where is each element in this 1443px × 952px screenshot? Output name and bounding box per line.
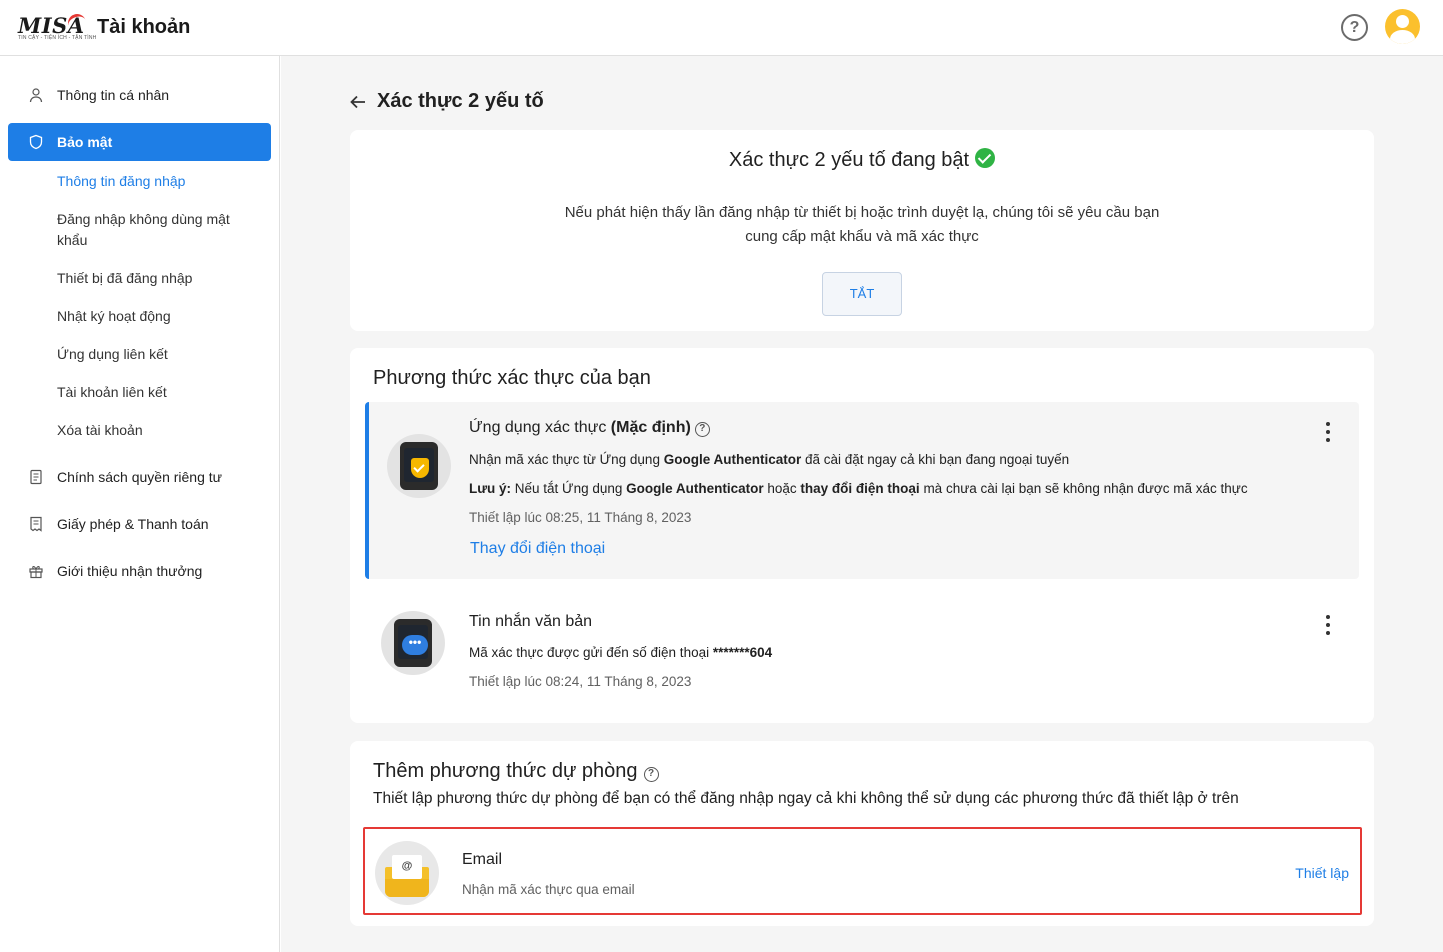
note-label: Lưu ý: — [469, 481, 512, 496]
sidebar: Thông tin cá nhân Bảo mật Thông tin đăng… — [0, 56, 280, 952]
sidebar-subitem-connected-apps[interactable]: Ứng dụng liên kết — [57, 344, 257, 365]
more-options-icon[interactable] — [1325, 422, 1331, 444]
sidebar-item-security[interactable]: Bảo mật — [8, 123, 271, 161]
sms-desc-text: Mã xác thực được gửi đến số điện thoại — [469, 645, 713, 660]
sidebar-item-label: Chính sách quyền riêng tư — [57, 469, 223, 485]
sidebar-subitem-login-info[interactable]: Thông tin đăng nhập — [57, 171, 257, 192]
user-avatar-icon[interactable] — [1385, 9, 1420, 44]
sidebar-subitem-delete-account[interactable]: Xóa tài khoản — [57, 420, 257, 441]
chat-bubble-icon: ••• — [402, 635, 428, 655]
email-setup-link[interactable]: Thiết lập — [1295, 865, 1349, 881]
phone-icon: ••• — [394, 619, 432, 667]
note-text: hoặc — [763, 481, 801, 496]
phone-icon — [400, 442, 438, 490]
status-title: Xác thực 2 yếu tố đang bật — [350, 148, 1374, 172]
authenticator-description: Nhận mã xác thực từ Ứng dụng Google Auth… — [469, 452, 1069, 467]
phone-screen — [404, 448, 434, 482]
email-description: Nhận mã xác thực qua email — [462, 882, 635, 897]
at-sign-icon: @ — [392, 855, 422, 879]
page-title: Xác thực 2 yếu tố — [377, 90, 544, 112]
sidebar-subitem-logged-in-devices[interactable]: Thiết bị đã đăng nhập — [57, 268, 257, 289]
backup-section-title: Thêm phương thức dự phòng? — [373, 760, 659, 783]
backup-methods-card: Thêm phương thức dự phòng? Thiết lập phư… — [350, 741, 1374, 926]
status-title-text: Xác thực 2 yếu tố đang bật — [728, 149, 970, 171]
sidebar-item-label: Giấy phép & Thanh toán — [57, 516, 209, 532]
note-bold: thay đổi điện thoại — [800, 481, 920, 496]
sidebar-subitem-linked-accounts[interactable]: Tài khoản liên kết — [57, 382, 257, 403]
sidebar-subitem-passwordless-login[interactable]: Đăng nhập không dùng mật khẩu — [57, 209, 257, 251]
sms-title: Tin nhắn văn bản — [469, 613, 593, 630]
check-circle-icon — [975, 148, 996, 168]
sidebar-item-referral-reward[interactable]: Giới thiệu nhận thưởng — [8, 552, 271, 590]
document-icon — [30, 469, 42, 485]
status-description: Nếu phát hiện thấy lần đăng nhập từ thiế… — [564, 204, 1160, 245]
sms-setup-time: Thiết lập lúc 08:24, 11 Tháng 8, 2023 — [469, 674, 692, 689]
sidebar-item-privacy-policy[interactable]: Chính sách quyền riêng tư — [8, 458, 271, 496]
sidebar-subitem-activity-log[interactable]: Nhật ký hoạt động — [57, 306, 257, 327]
sidebar-item-license-payment[interactable]: Giấy phép & Thanh toán — [8, 505, 271, 543]
note-text: mà chưa cài lại bạn sẽ không nhận được m… — [919, 481, 1248, 496]
note-bold: Google Authenticator — [626, 481, 764, 496]
email-title: Email — [462, 851, 503, 868]
desc-text: đã cài đặt ngay cả khi bạn đang ngoại tu… — [801, 452, 1070, 467]
help-icon[interactable]: ? — [1341, 14, 1368, 41]
person-icon — [29, 88, 43, 103]
desc-bold: Google Authenticator — [663, 452, 802, 467]
gift-icon — [29, 566, 43, 579]
note-text: Nếu tắt Ứng dụng — [511, 481, 627, 496]
auth-methods-card: Phương thức xác thực của bạn Ứng dụng xá… — [350, 348, 1374, 723]
backup-title-text: Thêm phương thức dự phòng — [373, 760, 638, 782]
top-header: MISA TIN CẬY - TIỆN ÍCH - TẬN TÌNH Tài k… — [0, 0, 1443, 56]
email-envelope-icon: @ — [375, 841, 439, 905]
default-tag: (Mặc định) — [610, 419, 691, 436]
change-phone-link[interactable]: Thay đổi điện thoại — [470, 540, 605, 558]
authenticator-title: Ứng dụng xác thực (Mặc định)? — [469, 419, 710, 437]
logo-tagline: TIN CẬY - TIỆN ÍCH - TẬN TÌNH — [18, 35, 97, 41]
shield-check-icon — [411, 458, 429, 478]
two-factor-status-card: Xác thực 2 yếu tố đang bật Nếu phát hiện… — [350, 130, 1374, 331]
back-arrow-icon[interactable] — [349, 93, 367, 111]
receipt-icon — [30, 516, 42, 532]
sidebar-item-personal-info[interactable]: Thông tin cá nhân — [8, 76, 271, 114]
envelope-front — [385, 879, 429, 897]
shield-icon — [29, 134, 43, 150]
more-options-icon[interactable] — [1325, 615, 1331, 637]
sms-icon: ••• — [381, 611, 445, 675]
sidebar-item-label: Bảo mật — [57, 134, 113, 150]
phone-screen: ••• — [398, 625, 428, 659]
backup-description: Thiết lập phương thức dự phòng để bạn có… — [373, 790, 1239, 807]
authenticator-title-text: Ứng dụng xác thực — [469, 419, 607, 436]
avatar-head — [1396, 15, 1409, 28]
authenticator-method: Ứng dụng xác thực (Mặc định)? Nhận mã xá… — [365, 402, 1359, 579]
authenticator-app-icon — [387, 434, 451, 498]
methods-section-title: Phương thức xác thực của bạn — [373, 367, 651, 389]
app-title: Tài khoản — [97, 16, 191, 38]
sidebar-item-label: Giới thiệu nhận thưởng — [57, 563, 203, 579]
email-backup-option[interactable]: @ Email Nhận mã xác thực qua email Thiết… — [363, 827, 1362, 915]
avatar-body — [1390, 30, 1415, 44]
authenticator-setup-time: Thiết lập lúc 08:25, 11 Tháng 8, 2023 — [469, 510, 692, 525]
turn-off-button[interactable]: TẮT — [822, 272, 902, 316]
help-circle-icon[interactable]: ? — [643, 767, 659, 782]
masked-phone: *******604 — [712, 645, 773, 660]
help-circle-icon[interactable]: ? — [694, 422, 710, 437]
sidebar-item-label: Thông tin cá nhân — [57, 87, 170, 103]
authenticator-note: Lưu ý: Nếu tắt Ứng dụng Google Authentic… — [469, 481, 1248, 496]
desc-text: Nhận mã xác thực từ Ứng dụng — [469, 452, 664, 467]
sms-description: Mã xác thực được gửi đến số điện thoại *… — [469, 645, 772, 660]
misa-logo[interactable]: MISA TIN CẬY - TIỆN ÍCH - TẬN TÌNH — [18, 11, 96, 43]
